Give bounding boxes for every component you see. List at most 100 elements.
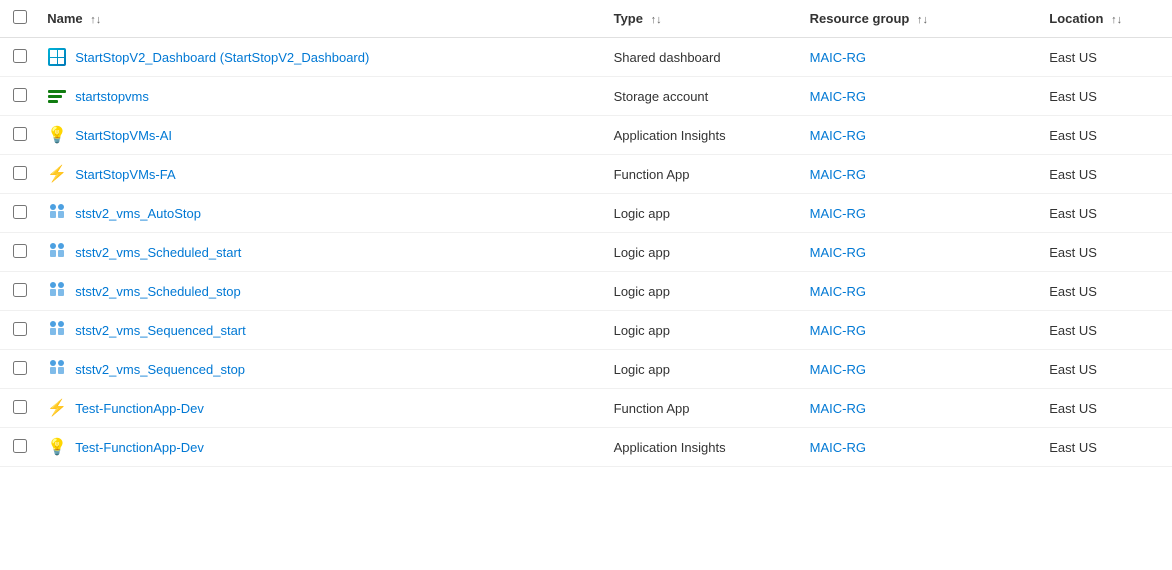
row-name-cell: ⚡ Test-FunctionApp-Dev: [39, 389, 605, 428]
row-checkbox[interactable]: [13, 400, 27, 414]
resource-name-link[interactable]: ststv2_vms_AutoStop: [75, 206, 201, 221]
table-row: ststv2_vms_Sequenced_start Logic app MAI…: [0, 311, 1172, 350]
row-name-cell: 💡 Test-FunctionApp-Dev: [39, 428, 605, 467]
row-location-cell: East US: [1041, 350, 1172, 389]
col-type-label: Type: [614, 11, 643, 26]
row-type-cell: Storage account: [606, 77, 802, 116]
resource-icon: [47, 281, 67, 301]
row-rg-cell: MAIC-RG: [802, 38, 1042, 77]
row-name-cell: ststv2_vms_AutoStop: [39, 194, 605, 233]
col-header-type[interactable]: Type ↑↓: [606, 0, 802, 38]
row-checkbox[interactable]: [13, 439, 27, 453]
row-checkbox[interactable]: [13, 49, 27, 63]
col-type-sort-icon[interactable]: ↑↓: [651, 14, 662, 26]
row-rg-cell: MAIC-RG: [802, 389, 1042, 428]
select-all-checkbox-header[interactable]: [0, 0, 39, 38]
resource-group-link[interactable]: MAIC-RG: [810, 440, 866, 455]
select-all-checkbox[interactable]: [13, 10, 27, 24]
resource-icon: [47, 359, 67, 379]
resource-name-link[interactable]: ststv2_vms_Scheduled_start: [75, 245, 241, 260]
row-checkbox-cell: [0, 428, 39, 467]
row-location-cell: East US: [1041, 116, 1172, 155]
table-body: StartStopV2_Dashboard (StartStopV2_Dashb…: [0, 38, 1172, 467]
row-location-cell: East US: [1041, 38, 1172, 77]
row-checkbox[interactable]: [13, 127, 27, 141]
resource-name-link[interactable]: StartStopVMs-AI: [75, 128, 172, 143]
resource-group-link[interactable]: MAIC-RG: [810, 362, 866, 377]
resource-location: East US: [1049, 401, 1097, 416]
resource-group-link[interactable]: MAIC-RG: [810, 323, 866, 338]
row-location-cell: East US: [1041, 428, 1172, 467]
resource-group-link[interactable]: MAIC-RG: [810, 89, 866, 104]
row-rg-cell: MAIC-RG: [802, 350, 1042, 389]
resource-location: East US: [1049, 50, 1097, 65]
resource-location: East US: [1049, 167, 1097, 182]
resource-icon: [47, 320, 67, 340]
resource-type: Function App: [614, 401, 690, 416]
row-checkbox[interactable]: [13, 88, 27, 102]
col-header-resource-group[interactable]: Resource group ↑↓: [802, 0, 1042, 38]
insights-icon: 💡: [47, 437, 67, 457]
logic-icon: [48, 358, 66, 381]
row-rg-cell: MAIC-RG: [802, 77, 1042, 116]
resource-type: Logic app: [614, 284, 670, 299]
row-checkbox-cell: [0, 194, 39, 233]
row-location-cell: East US: [1041, 389, 1172, 428]
row-rg-cell: MAIC-RG: [802, 155, 1042, 194]
resource-type: Logic app: [614, 323, 670, 338]
resource-location: East US: [1049, 89, 1097, 104]
resource-group-link[interactable]: MAIC-RG: [810, 50, 866, 65]
row-location-cell: East US: [1041, 194, 1172, 233]
row-checkbox[interactable]: [13, 205, 27, 219]
resource-name-link[interactable]: StartStopV2_Dashboard (StartStopV2_Dashb…: [75, 50, 369, 65]
resource-name-link[interactable]: StartStopVMs-FA: [75, 167, 175, 182]
resource-name-link[interactable]: ststv2_vms_Scheduled_stop: [75, 284, 240, 299]
row-checkbox[interactable]: [13, 283, 27, 297]
resource-group-link[interactable]: MAIC-RG: [810, 401, 866, 416]
resource-location: East US: [1049, 245, 1097, 260]
col-header-name[interactable]: Name ↑↓: [39, 0, 605, 38]
resource-icon: [47, 47, 67, 67]
logic-icon: [48, 319, 66, 342]
resource-name-link[interactable]: Test-FunctionApp-Dev: [75, 440, 204, 455]
col-location-sort-icon[interactable]: ↑↓: [1111, 14, 1122, 26]
row-checkbox-cell: [0, 350, 39, 389]
col-name-label: Name: [47, 11, 82, 26]
row-checkbox[interactable]: [13, 166, 27, 180]
resource-name-link[interactable]: startstopvms: [75, 89, 149, 104]
resource-group-link[interactable]: MAIC-RG: [810, 167, 866, 182]
table-row: ststv2_vms_AutoStop Logic app MAIC-RG Ea…: [0, 194, 1172, 233]
resource-location: East US: [1049, 362, 1097, 377]
row-name-cell: startstopvms: [39, 77, 605, 116]
row-type-cell: Logic app: [606, 272, 802, 311]
table-header-row: Name ↑↓ Type ↑↓ Resource group ↑↓ Locati…: [0, 0, 1172, 38]
row-checkbox[interactable]: [13, 361, 27, 375]
col-name-sort-icon[interactable]: ↑↓: [90, 14, 101, 26]
col-header-location[interactable]: Location ↑↓: [1041, 0, 1172, 38]
row-type-cell: Shared dashboard: [606, 38, 802, 77]
resource-group-link[interactable]: MAIC-RG: [810, 128, 866, 143]
row-type-cell: Function App: [606, 155, 802, 194]
function-icon: ⚡: [47, 164, 67, 184]
resource-type: Logic app: [614, 362, 670, 377]
resource-location: East US: [1049, 206, 1097, 221]
row-checkbox-cell: [0, 77, 39, 116]
resource-icon: [47, 203, 67, 223]
row-checkbox-cell: [0, 233, 39, 272]
resource-location: East US: [1049, 284, 1097, 299]
resource-group-link[interactable]: MAIC-RG: [810, 284, 866, 299]
resource-type: Logic app: [614, 245, 670, 260]
row-checkbox[interactable]: [13, 322, 27, 336]
resource-name-link[interactable]: Test-FunctionApp-Dev: [75, 401, 204, 416]
resource-group-link[interactable]: MAIC-RG: [810, 206, 866, 221]
resource-group-link[interactable]: MAIC-RG: [810, 245, 866, 260]
table-row: startstopvms Storage account MAIC-RG Eas…: [0, 77, 1172, 116]
resource-type: Application Insights: [614, 128, 726, 143]
row-rg-cell: MAIC-RG: [802, 311, 1042, 350]
col-rg-sort-icon[interactable]: ↑↓: [917, 14, 928, 26]
row-checkbox[interactable]: [13, 244, 27, 258]
row-checkbox-cell: [0, 272, 39, 311]
resource-name-link[interactable]: ststv2_vms_Sequenced_start: [75, 323, 246, 338]
resource-location: East US: [1049, 323, 1097, 338]
resource-name-link[interactable]: ststv2_vms_Sequenced_stop: [75, 362, 245, 377]
